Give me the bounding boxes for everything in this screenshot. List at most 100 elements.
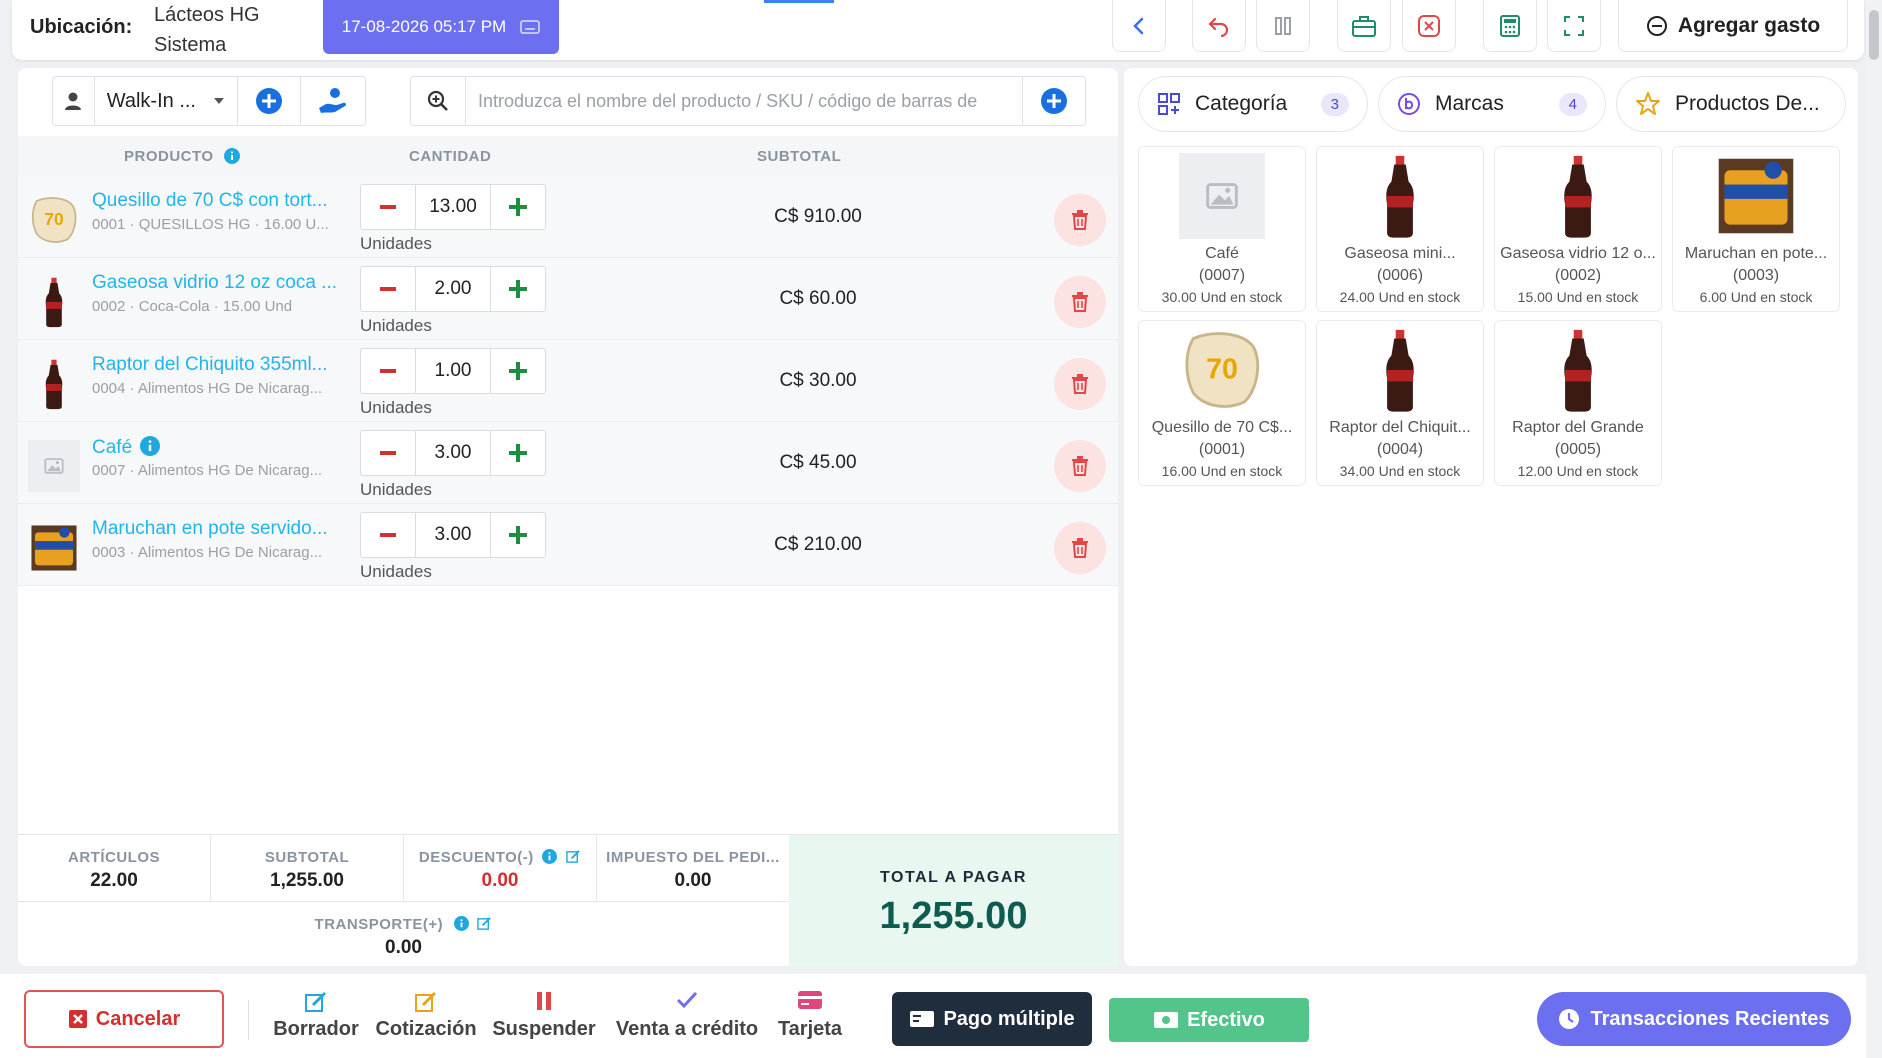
decrease-quantity-button[interactable] [361, 185, 416, 229]
datetime-button[interactable]: 17-08-2026 05:17 PM [323, 0, 559, 54]
product-card-image [1713, 153, 1799, 239]
product-name-link[interactable]: Quesillo de 70 C$ con tort... [92, 190, 328, 212]
undo-icon [1208, 17, 1229, 37]
calculator-button[interactable] [1483, 0, 1537, 52]
product-name-link[interactable]: Café [92, 436, 161, 459]
product-card[interactable]: Café (0007) 30.00 Und en stock [1138, 146, 1306, 312]
remove-row-button[interactable] [1054, 522, 1106, 574]
product-meta: 0007 · Alimentos HG De Nicarag... [92, 462, 323, 479]
decrease-quantity-button[interactable] [361, 349, 416, 393]
pause-button[interactable] [1256, 0, 1310, 52]
tab-indicator [764, 0, 834, 3]
minus-icon [380, 205, 396, 209]
product-name: Maruchan en pote servido... [92, 518, 328, 539]
header-subtotal: SUBTOTAL [757, 148, 842, 165]
search-input[interactable] [465, 77, 1023, 125]
increase-quantity-button[interactable] [490, 267, 545, 311]
suspend-button[interactable]: Suspender [492, 990, 596, 1041]
product-name-link[interactable]: Maruchan en pote servido... [92, 518, 328, 540]
info-icon[interactable] [542, 849, 558, 864]
cart-row: 70 Quesillo de 70 C$ con tort... 0001 · QU… [18, 176, 1118, 258]
increase-quantity-button[interactable] [490, 349, 545, 393]
product-name-link[interactable]: Raptor del Chiquito 355ml... [92, 354, 328, 376]
back-button[interactable] [1112, 0, 1166, 52]
cash-button[interactable]: Efectivo [1109, 998, 1309, 1042]
total-payable-label: TOTAL A PAGAR [880, 869, 1027, 886]
quantity-input[interactable]: 2.00 [416, 267, 490, 311]
product-card[interactable]: Raptor del Chiquit... (0004) 34.00 Und en … [1316, 320, 1484, 486]
product-card[interactable]: Raptor del Grande (0005) 12.00 Und en stoc… [1494, 320, 1662, 486]
undo-button[interactable] [1192, 0, 1246, 52]
filter-category[interactable]: Categoría 3 [1138, 76, 1368, 132]
increase-quantity-button[interactable] [490, 431, 545, 475]
add-expense-button[interactable]: Agregar gasto [1618, 0, 1848, 52]
product-card[interactable]: Gaseosa mini... (0006) 24.00 Und en stock [1316, 146, 1484, 312]
add-customer-button[interactable] [238, 77, 302, 125]
filter-featured[interactable]: Productos De... [1616, 76, 1846, 132]
quantity-unit: Unidades [360, 398, 432, 417]
increase-quantity-button[interactable] [490, 513, 545, 557]
remove-row-button[interactable] [1054, 194, 1106, 246]
multiple-payment-button[interactable]: Pago múltiple [892, 992, 1092, 1046]
brand-icon [1398, 93, 1420, 115]
minus-icon [380, 451, 396, 455]
user-icon [65, 92, 82, 110]
cancel-button[interactable]: Cancelar [24, 990, 224, 1048]
quesillo-image: 70 [31, 197, 77, 243]
edit-icon[interactable] [477, 916, 492, 931]
header-product-label: PRODUCTO [124, 148, 214, 165]
quantity-input[interactable]: 3.00 [416, 431, 490, 475]
total-items: ARTÍCULOS 22.00 [18, 835, 211, 901]
decrease-quantity-button[interactable] [361, 513, 416, 557]
filter-brands[interactable]: Marcas 4 [1378, 76, 1606, 132]
info-icon[interactable] [224, 148, 241, 164]
quantity-stepper: 1.00 [360, 348, 546, 394]
info-icon[interactable] [453, 916, 469, 931]
cart-row: Café 0007 · Alimentos HG De Nicarag... 3.0… [18, 422, 1118, 504]
product-card-stock: 30.00 Und en stock [1161, 289, 1283, 305]
customer-payment-button[interactable] [301, 77, 365, 125]
remove-row-button[interactable] [1054, 440, 1106, 492]
trash-icon [1072, 210, 1088, 230]
credit-sale-button[interactable]: Venta a crédito [612, 990, 762, 1041]
quantity-input[interactable]: 13.00 [416, 185, 490, 229]
decrease-quantity-button[interactable] [361, 431, 416, 475]
card-button[interactable]: Tarjeta [774, 990, 846, 1041]
remove-row-button[interactable] [1054, 276, 1106, 328]
page-scrollbar[interactable] [1866, 0, 1882, 1058]
search-button[interactable] [411, 77, 465, 125]
recent-transactions-label: Transacciones Recientes [1590, 1007, 1830, 1030]
caret-down-icon [213, 98, 224, 104]
scrollbar-thumb[interactable] [1869, 10, 1879, 60]
product-card-name: Raptor del Grande [1512, 419, 1644, 436]
zoom-in-icon [427, 90, 448, 111]
add-product-button[interactable] [1023, 77, 1085, 125]
product-card-image [1179, 153, 1265, 239]
product-card[interactable]: Maruchan en pote... (0003) 6.00 Und en sto… [1672, 146, 1840, 312]
product-card-stock: 6.00 Und en stock [1699, 289, 1813, 305]
product-card-image [1357, 327, 1443, 413]
product-card-code: (0003) [1732, 267, 1780, 284]
location-name[interactable]: Lácteos HG Sistema [154, 0, 260, 60]
remove-row-button[interactable] [1054, 358, 1106, 410]
draft-button[interactable]: Borrador [272, 990, 360, 1041]
edit-icon[interactable] [566, 849, 581, 864]
increase-quantity-button[interactable] [490, 185, 545, 229]
info-icon[interactable] [140, 436, 161, 456]
customer-select[interactable]: Walk-In ... [95, 77, 238, 125]
product-card[interactable]: Gaseosa vidrio 12 o... (0002) 15.00 Und en… [1494, 146, 1662, 312]
quantity-input[interactable]: 1.00 [416, 349, 490, 393]
product-name-link[interactable]: Gaseosa vidrio 12 oz coca ... [92, 272, 337, 294]
decrease-quantity-button[interactable] [361, 267, 416, 311]
quote-button[interactable]: Cotización [374, 990, 478, 1041]
calculator-icon [1500, 14, 1520, 37]
product-card-stock: 12.00 Und en stock [1517, 463, 1639, 479]
recent-transactions-button[interactable]: Transacciones Recientes [1537, 992, 1851, 1046]
fullscreen-button[interactable] [1547, 0, 1601, 52]
register-button[interactable] [1337, 0, 1391, 52]
minus-icon [380, 369, 396, 373]
product-name: Gaseosa vidrio 12 oz coca ... [92, 272, 338, 293]
quantity-input[interactable]: 3.00 [416, 513, 490, 557]
close-register-button[interactable] [1402, 0, 1456, 52]
product-card[interactable]: 70 Quesillo de 70 C$... (0001) 16.00 Und en… [1138, 320, 1306, 486]
